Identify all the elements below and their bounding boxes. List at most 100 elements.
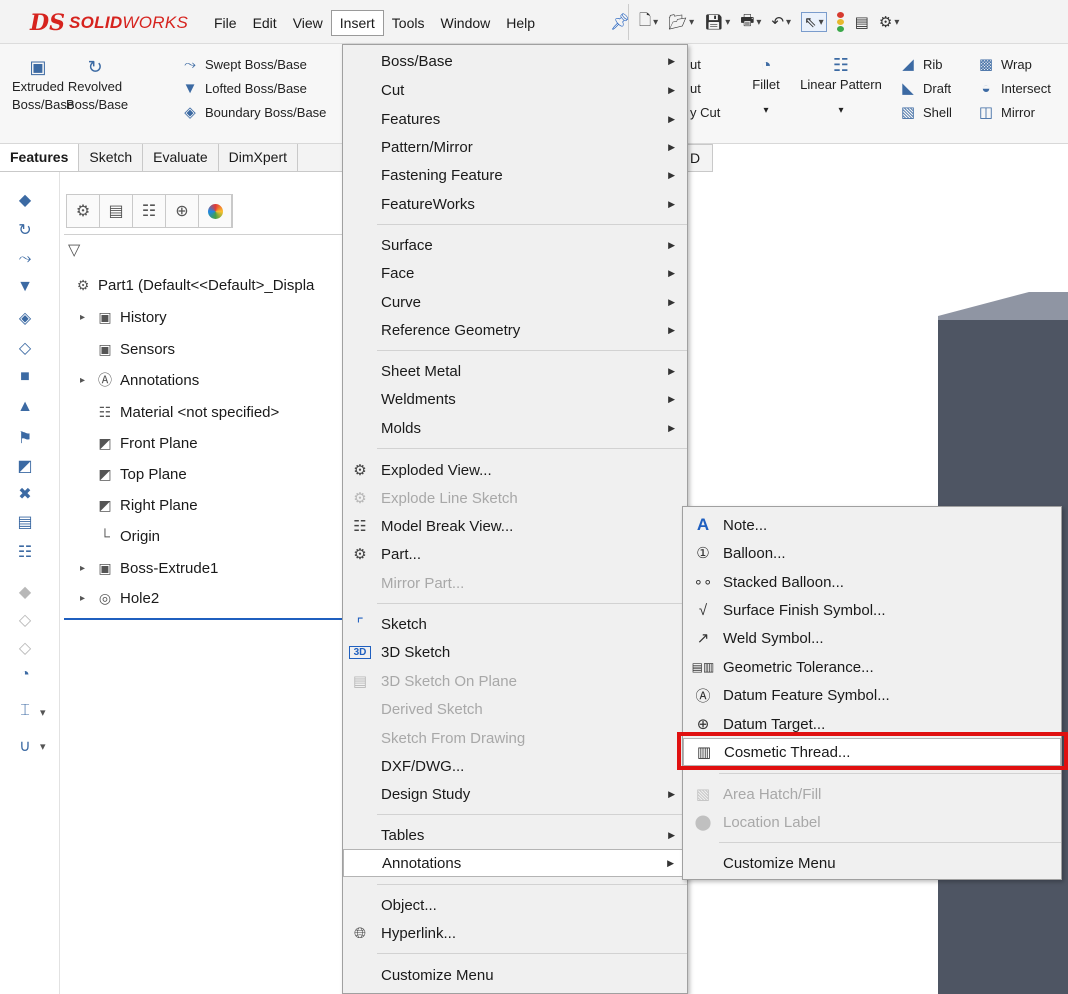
menu-item-tables[interactable]: Tables ▶ [343,821,687,849]
submenu-item-note[interactable]: A Note... [683,511,1061,539]
tree-item-history[interactable]: ▸ ▣ History [80,306,167,328]
cut-button-2[interactable]: ut [690,76,720,100]
revolve-tool-icon[interactable]: ↻ [14,220,36,242]
menu-item-3d-sketch[interactable]: 3D 3D Sketch [343,638,687,666]
surface-tool-icon[interactable]: ■ [14,368,36,390]
menu-item-sketch[interactable]: ⌜ Sketch [343,610,687,638]
expand-arrow-icon[interactable]: ▸ [80,312,94,323]
menu-item-cut[interactable]: Cut ▶ [343,76,687,104]
submenu-item-geometric-tolerance[interactable]: ▤▥ Geometric Tolerance... [683,653,1061,681]
cut-revolve-tool-icon[interactable]: ▲ [14,398,36,420]
draft-button[interactable]: ◣ Draft [898,76,952,100]
menu-item-dxf-dwg[interactable]: DXF/DWG... [343,752,687,780]
tree-item-hole2[interactable]: ▸ ◎ Hole2 [80,587,159,609]
menu-item-boss-base[interactable]: Boss/Base ▶ [343,47,687,75]
menu-help[interactable]: Help [498,11,543,35]
linear-pattern-dropdown-icon[interactable]: ▾ [790,102,892,120]
menu-edit[interactable]: Edit [245,11,285,35]
wrap-button[interactable]: ▩ Wrap [976,52,1051,76]
configuration-manager-tab-icon[interactable]: ☷ [133,195,166,227]
menu-item-part[interactable]: ⚙ Part... [343,540,687,568]
submenu-item-weld-symbol[interactable]: ↗ Weld Symbol... [683,624,1061,652]
options-gear-icon[interactable]: ⚙ ▾ [879,13,899,31]
menu-item-design-study[interactable]: Design Study ▶ [343,780,687,808]
property-manager-tab-icon[interactable]: ▤ [100,195,133,227]
undo-icon[interactable]: ↶ ▾ [771,13,791,31]
solidworks-logo[interactable]: DS SOLIDWORKS [30,8,188,38]
menu-item-sheet-metal[interactable]: Sheet Metal ▶ [343,357,687,385]
tab-dimxpert[interactable]: DimXpert [219,144,299,171]
expand-arrow-icon[interactable]: ▸ [80,375,94,386]
open-folder-icon[interactable]: 📂︎ ▾ [668,13,694,31]
submenu-item-stacked-balloon[interactable]: ∘∘ Stacked Balloon... [683,568,1061,596]
tree-item-material[interactable]: ☷ Material <not specified> [80,401,280,423]
loft-tool-icon[interactable]: ▼ [14,278,36,300]
menu-view[interactable]: View [285,11,331,35]
tree-item-top-plane[interactable]: ◩ Top Plane [80,463,186,485]
expand-arrow-icon[interactable]: ▸ [80,593,94,604]
dimxpert-manager-tab-icon[interactable]: ⊕ [166,195,199,227]
intersect-button[interactable]: ◒ Intersect [976,76,1050,100]
menu-item-exploded-view[interactable]: ⚙ Exploded View... [343,456,687,484]
submenu-item-customize-menu[interactable]: Customize Menu [683,849,1061,877]
menu-item-pattern-mirror[interactable]: Pattern/Mirror ▶ [343,133,687,161]
fillet-button[interactable]: ◔ Fillet ▾ [746,56,786,120]
menu-insert[interactable]: Insert [330,10,384,36]
submenu-item-cosmetic-thread[interactable]: ▥ Cosmetic Thread... [683,738,1061,766]
cut-extrude-tool-icon[interactable]: ◇ [14,338,36,360]
loft-cut-tool-icon[interactable]: ▤ [14,512,36,534]
submenu-item-balloon[interactable]: ① Balloon... [683,539,1061,567]
new-document-icon[interactable]: 🗋 ▾ [639,10,658,35]
mirror-button[interactable]: ◫ Mirror [976,100,1051,124]
sweep-cut-tool-icon[interactable]: ◩ [14,456,36,478]
cut-button-3[interactable]: y Cut [690,100,720,124]
save-icon[interactable]: 💾︎ ▾ [704,13,730,31]
tab-sketch[interactable]: Sketch [79,144,144,171]
rollback-bar[interactable] [64,618,344,620]
menu-item-object[interactable]: Object... [343,891,687,919]
tree-item-right-plane[interactable]: ◩ Right Plane [80,494,197,516]
reference-geometry-tool-icon[interactable]: ⌶ [14,702,36,724]
menu-item-curve[interactable]: Curve ▶ [343,288,687,316]
boundary-boss-button[interactable]: ◈ Boundary Boss/Base [180,100,326,124]
tree-item-boss-extrude1[interactable]: ▸ ▣ Boss-Extrude1 [80,557,218,579]
tree-root-part1[interactable]: ⚙ Part1 (Default<<Default>_Displa [72,274,315,296]
select-pointer-icon[interactable]: ⇖ ▾ [801,12,827,32]
sweep-tool-icon[interactable]: ⤳ [14,250,36,272]
submenu-item-surface-finish[interactable]: √ Surface Finish Symbol... [683,596,1061,624]
menu-item-weldments[interactable]: Weldments ▶ [343,385,687,413]
boundary-tool-icon[interactable]: ◈ [14,308,36,330]
menu-tools[interactable]: Tools [384,11,433,35]
hole-wizard-tool-icon[interactable]: ⚑ [14,428,36,450]
tree-item-origin[interactable]: └ Origin [80,525,160,547]
delete-face-tool-icon[interactable]: ✖ [14,484,36,506]
feature-tree-tab-icon[interactable]: ⚙ [67,195,100,227]
submenu-item-datum-feature[interactable]: Ⓐ Datum Feature Symbol... [683,681,1061,709]
lofted-boss-button[interactable]: ▼ Lofted Boss/Base [180,76,326,100]
curves-tool-icon[interactable]: ∪ [14,736,36,758]
menu-item-surface[interactable]: Surface ▶ [343,231,687,259]
menu-item-annotations[interactable]: Annotations ▶ [343,849,687,877]
shell-button[interactable]: ▧ Shell [898,100,952,124]
menu-item-customize-menu[interactable]: Customize Menu [343,961,687,989]
tab-evaluate[interactable]: Evaluate [143,144,219,171]
linear-pattern-button[interactable]: ☷ Linear Pattern ▾ [790,56,892,120]
display-manager-tab-icon[interactable] [199,195,232,227]
extruded-boss-button[interactable]: ▣ Extruded Boss/Base [12,58,74,114]
menu-file[interactable]: File [206,11,245,35]
print-icon[interactable]: 🖶 ▾ [740,10,761,35]
revolved-boss-button[interactable]: ↻ Revolved Boss/Base [66,58,128,114]
menu-item-reference-geometry[interactable]: Reference Geometry ▶ [343,316,687,344]
menu-item-face[interactable]: Face ▶ [343,259,687,287]
submenu-item-datum-target[interactable]: ⊕ Datum Target... [683,710,1061,738]
expand-arrow-icon[interactable]: ▸ [80,563,94,574]
tree-item-annotations[interactable]: ▸ Ⓐ Annotations [80,369,199,391]
menu-window[interactable]: Window [432,11,498,35]
fillet-dropdown-icon[interactable]: ▾ [746,102,786,120]
curves-dropdown-icon[interactable]: ▾ [40,740,46,753]
menu-item-molds[interactable]: Molds ▶ [343,414,687,442]
tab-partial[interactable]: D [685,144,713,172]
reference-geometry-dropdown-icon[interactable]: ▾ [40,706,46,719]
menu-item-model-break-view[interactable]: ☷ Model Break View... [343,512,687,540]
tab-features[interactable]: Features [0,144,80,171]
